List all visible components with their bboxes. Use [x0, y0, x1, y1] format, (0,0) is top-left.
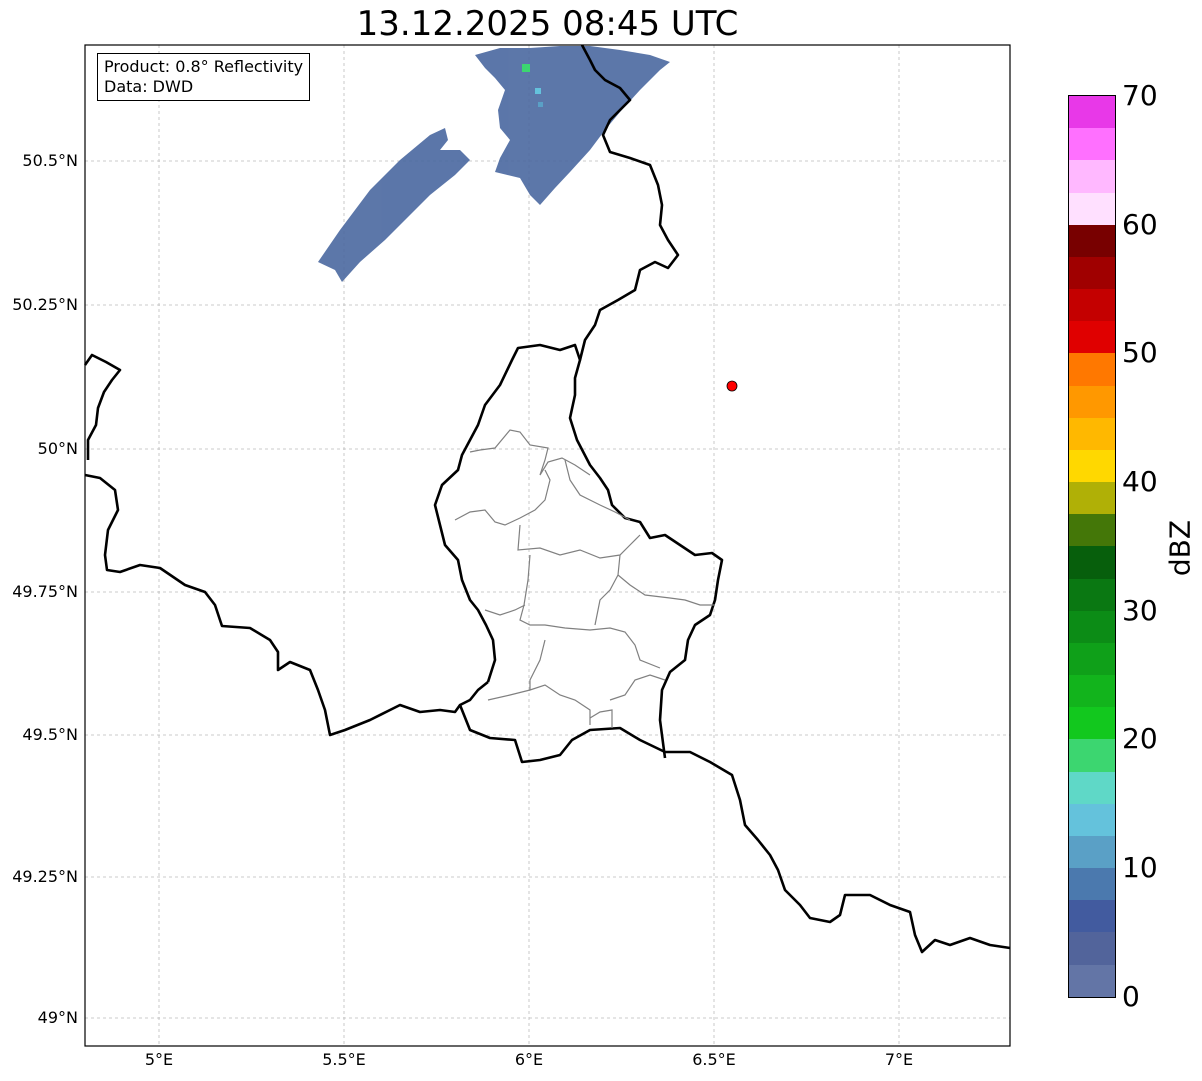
colorbar-tick: 50: [1122, 336, 1158, 369]
colorbar-tick: 0: [1122, 980, 1140, 1013]
colorbar-tick: 70: [1122, 79, 1158, 112]
colorbar-segment: [1069, 932, 1115, 965]
colorbar-segment: [1069, 96, 1115, 129]
colorbar-segment: [1069, 417, 1115, 450]
data-source-label: Data: DWD: [104, 77, 194, 96]
colorbar-segment: [1069, 675, 1115, 708]
colorbar-segment: [1069, 160, 1115, 193]
colorbar-segment: [1069, 578, 1115, 611]
colorbar-unit-label: dBZ: [1163, 519, 1197, 577]
lat-tick-label: 50.25°N: [12, 295, 78, 314]
colorbar-segment: [1069, 835, 1115, 869]
lat-tick-label: 49.75°N: [12, 582, 78, 601]
colorbar-segment: [1069, 771, 1115, 804]
colorbar-segment: [1069, 642, 1115, 676]
colorbar-tick: 30: [1122, 594, 1158, 627]
product-label: Product: 0.8° Reflectivity: [104, 57, 304, 76]
lat-tick-label: 49°N: [37, 1008, 78, 1027]
colorbar-segment: [1069, 192, 1115, 225]
colorbar-segment: [1069, 353, 1115, 386]
radar-site-marker[interactable]: [726, 380, 738, 392]
colorbar-segment: [1069, 610, 1115, 643]
colorbar-segment: [1069, 289, 1115, 322]
colorbar-segment: [1069, 385, 1115, 418]
lat-tick-label: 50.5°N: [22, 151, 78, 170]
colorbar-segment: [1069, 128, 1115, 161]
colorbar-tick: 10: [1122, 851, 1158, 884]
colorbar-segment: [1069, 803, 1115, 836]
colorbar-segment: [1069, 482, 1115, 515]
colorbar-segment: [1069, 514, 1115, 547]
colorbar-segment: [1069, 224, 1115, 257]
lon-tick-label: 6°E: [514, 1050, 544, 1069]
lon-tick-label: 7°E: [884, 1050, 914, 1069]
colorbar-tick: 60: [1122, 208, 1158, 241]
info-box: Product: 0.8° Reflectivity Data: DWD: [97, 53, 311, 101]
colorbar: [1068, 95, 1116, 998]
colorbar-segment: [1069, 449, 1115, 483]
lat-tick-label: 50°N: [37, 439, 78, 458]
colorbar-segment: [1069, 321, 1115, 354]
lat-tick-label: 49.25°N: [12, 867, 78, 886]
colorbar-segment: [1069, 739, 1115, 772]
lat-tick-label: 49.5°N: [22, 725, 78, 744]
colorbar-segment: [1069, 707, 1115, 740]
colorbar-tick: 20: [1122, 722, 1158, 755]
colorbar-segment: [1069, 964, 1115, 997]
colorbar-segment: [1069, 546, 1115, 579]
lon-tick-label: 6.5°E: [692, 1050, 736, 1069]
radar-map[interactable]: [0, 0, 1202, 1081]
lon-tick-label: 5.5°E: [322, 1050, 366, 1069]
colorbar-segment: [1069, 900, 1115, 933]
colorbar-tick: 40: [1122, 465, 1158, 498]
lon-tick-label: 5°E: [144, 1050, 174, 1069]
colorbar-segment: [1069, 256, 1115, 290]
colorbar-segment: [1069, 868, 1115, 901]
